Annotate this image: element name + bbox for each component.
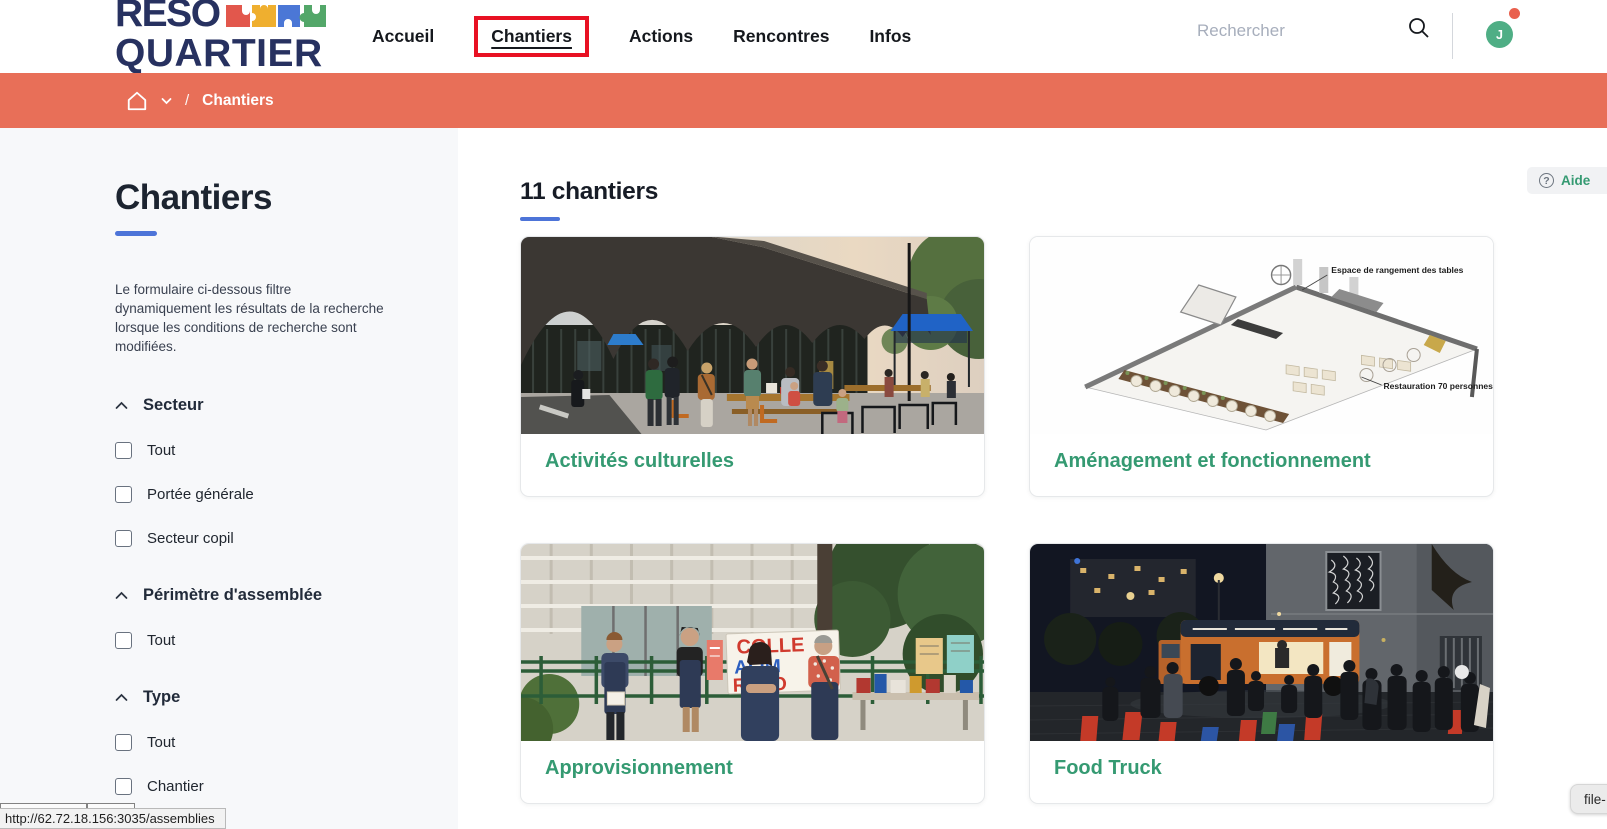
- heading-accent-bar: [520, 217, 560, 221]
- site-logo[interactable]: RESO QUARTIER: [115, 0, 328, 73]
- filters-description: Le formulaire ci-dessous filtre dynamiqu…: [115, 280, 387, 357]
- filter-section-perimetre: Périmètre d'assemblée Tout: [115, 586, 400, 649]
- filter-option[interactable]: Tout: [115, 442, 400, 459]
- card-image-amenagement: Espace de rangement des tables Restaurat…: [1030, 237, 1493, 434]
- card-title[interactable]: Aménagement et fonctionnement: [1030, 434, 1493, 489]
- breadcrumb-separator: /: [185, 92, 189, 109]
- search-icon[interactable]: [1407, 16, 1430, 39]
- chevron-up-icon: [115, 693, 128, 702]
- top-navbar: RESO QUARTIER Accueil Chantiers Actions …: [0, 0, 1607, 73]
- header-divider: [1452, 13, 1453, 59]
- card-approvisionnement[interactable]: COLLE ALIM RESO: [520, 543, 985, 804]
- plan-label-storage: Espace de rangement des tables: [1331, 265, 1463, 275]
- checkbox[interactable]: [115, 486, 132, 503]
- avatar-initial: J: [1496, 28, 1503, 42]
- chevron-up-icon: [115, 401, 128, 410]
- drag-file-tooltip: file-: [1570, 784, 1607, 814]
- filter-option[interactable]: Tout: [115, 632, 400, 649]
- help-label: Aide: [1561, 173, 1590, 188]
- chevron-down-icon[interactable]: [161, 97, 172, 105]
- card-title[interactable]: Approvisionnement: [521, 741, 984, 796]
- breadcrumb-bar: / Chantiers: [0, 73, 1607, 128]
- plan-label-dining: Restauration 70 personnes: [1384, 381, 1493, 391]
- card-title[interactable]: Activités culturelles: [521, 434, 984, 489]
- filter-section-label: Secteur: [143, 396, 204, 415]
- checkbox[interactable]: [115, 778, 132, 795]
- cards-grid: Activités culturelles: [520, 236, 1495, 804]
- filter-option[interactable]: Chantier: [115, 778, 400, 795]
- chevron-up-icon: [115, 591, 128, 600]
- filters-sidebar: Chantiers Le formulaire ci-dessous filtr…: [0, 128, 458, 829]
- filter-section-header[interactable]: Type: [115, 688, 400, 707]
- status-url: http://62.72.18.156:3035/assemblies: [5, 811, 215, 826]
- checkbox-label: Portée générale: [147, 486, 254, 503]
- checkbox-label: Tout: [147, 632, 175, 649]
- question-mark-icon: ?: [1539, 173, 1554, 188]
- red-annotation-box: Chantiers: [474, 16, 589, 57]
- card-image-activites-culturelles: [521, 237, 984, 434]
- user-avatar[interactable]: J: [1486, 21, 1513, 48]
- browser-status-bar: http://62.72.18.156:3035/assemblies: [0, 808, 226, 829]
- nav-item-rencontres[interactable]: Rencontres: [733, 26, 829, 47]
- filter-section-header[interactable]: Périmètre d'assemblée: [115, 586, 400, 605]
- nav-item-actions[interactable]: Actions: [629, 26, 693, 47]
- card-image-food-truck: [1030, 544, 1493, 741]
- filter-section-type: Type Tout Chantier: [115, 688, 400, 795]
- filter-option[interactable]: Tout: [115, 734, 400, 751]
- puzzle-pieces-icon: [224, 0, 328, 33]
- filter-option[interactable]: Secteur copil: [115, 530, 400, 547]
- results-count-heading: 11 chantiers: [520, 178, 1607, 206]
- card-food-truck[interactable]: Food Truck: [1029, 543, 1494, 804]
- checkbox[interactable]: [115, 530, 132, 547]
- notification-dot: [1509, 8, 1520, 19]
- home-icon[interactable]: [126, 90, 148, 112]
- logo-text-reso: RESO: [115, 0, 220, 33]
- filter-option[interactable]: Portée générale: [115, 486, 400, 503]
- filter-section-label: Type: [143, 688, 180, 707]
- card-amenagement[interactable]: Espace de rangement des tables Restaurat…: [1029, 236, 1494, 497]
- checkbox-label: Chantier: [147, 778, 204, 795]
- filter-section-label: Périmètre d'assemblée: [143, 586, 322, 605]
- filter-section-header[interactable]: Secteur: [115, 396, 400, 415]
- results-area: 11 chantiers ? Aide: [458, 128, 1607, 829]
- checkbox[interactable]: [115, 632, 132, 649]
- card-activites-culturelles[interactable]: Activités culturelles: [520, 236, 985, 497]
- checkbox[interactable]: [115, 442, 132, 459]
- page-content: Chantiers Le formulaire ci-dessous filtr…: [0, 128, 1607, 829]
- main-nav: Accueil Chantiers Actions Rencontres Inf…: [372, 0, 911, 73]
- card-title[interactable]: Food Truck: [1030, 741, 1493, 796]
- drag-file-label: file-: [1584, 792, 1606, 807]
- card-image-approvisionnement: COLLE ALIM RESO: [521, 544, 984, 741]
- checkbox-label: Tout: [147, 734, 175, 751]
- breadcrumb-current[interactable]: Chantiers: [202, 92, 274, 110]
- logo-text-quartier: QUARTIER: [115, 34, 328, 73]
- search-input[interactable]: [1195, 20, 1380, 42]
- filter-section-secteur: Secteur Tout Portée générale Secteur cop…: [115, 396, 400, 547]
- title-accent-bar: [115, 231, 157, 236]
- checkbox-label: Secteur copil: [147, 530, 234, 547]
- nav-item-infos[interactable]: Infos: [869, 26, 911, 47]
- help-button[interactable]: ? Aide: [1527, 167, 1607, 194]
- nav-item-accueil[interactable]: Accueil: [372, 26, 434, 47]
- checkbox-label: Tout: [147, 442, 175, 459]
- nav-item-chantiers[interactable]: Chantiers: [491, 26, 572, 46]
- page-title: Chantiers: [115, 178, 400, 218]
- checkbox[interactable]: [115, 734, 132, 751]
